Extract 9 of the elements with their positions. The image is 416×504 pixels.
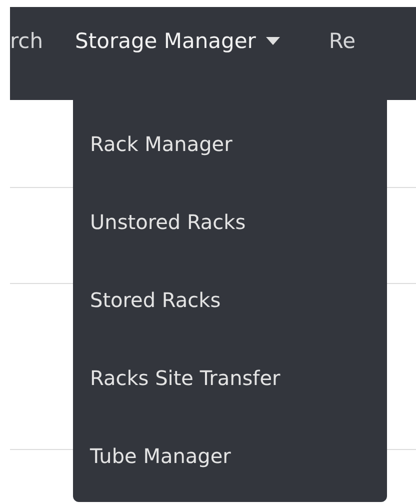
menu-item[interactable]: Stored Racks: [73, 261, 238, 339]
nav-link[interactable]: Re: [312, 29, 372, 53]
menu-item[interactable]: Rack Manager: [73, 105, 250, 183]
caret-icon: [266, 37, 280, 45]
dropdown-toggle[interactable]: Storage Manager: [59, 29, 313, 53]
menu-item[interactable]: Tube Manager: [73, 417, 248, 495]
nav-link[interactable]: rch: [10, 29, 60, 53]
menu-item[interactable]: Racks Site Transfer: [73, 339, 298, 417]
menu-item[interactable]: Unstored Racks: [73, 183, 263, 261]
